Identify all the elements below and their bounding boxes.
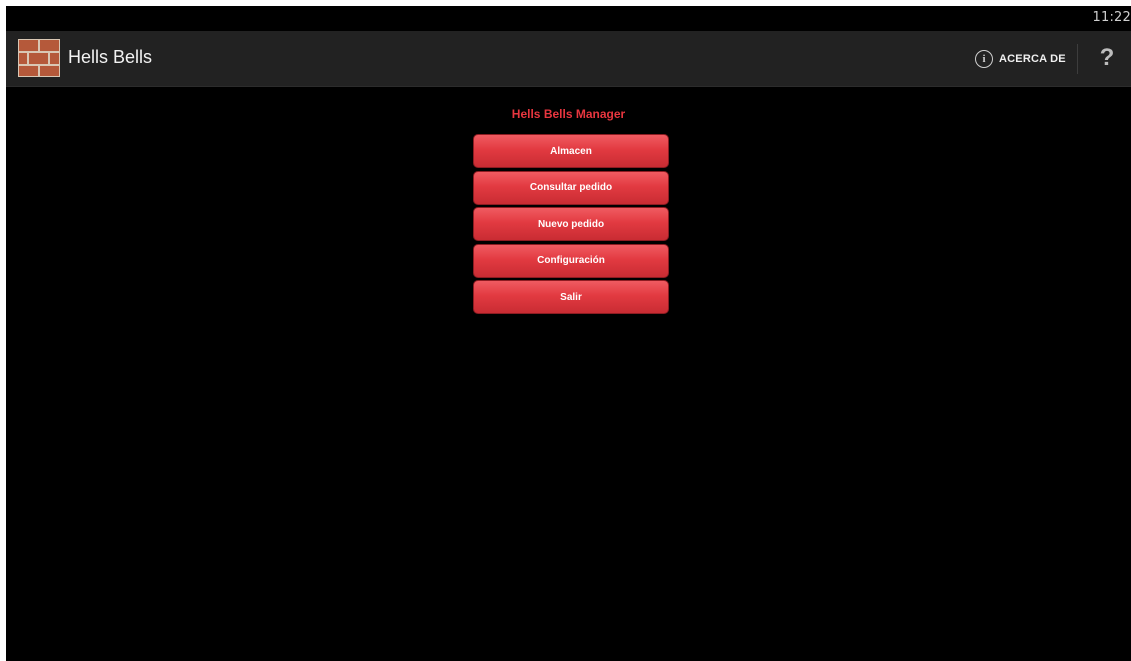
menu-button-list: Almacen Consultar pedido Nuevo pedido Co… <box>473 134 669 317</box>
configuracion-button[interactable]: Configuración <box>473 243 669 278</box>
about-label: ACERCA DE <box>999 53 1066 65</box>
action-bar: Hells Bells i ACERCA DE ? <box>6 31 1131 87</box>
almacen-button[interactable]: Almacen <box>473 134 669 168</box>
status-time: 11:22 <box>1092 10 1131 25</box>
app-screen: 11:22 Hells Bells i ACERCA DE ? Hells Be… <box>6 6 1131 661</box>
nuevo-pedido-button[interactable]: Nuevo pedido <box>473 207 669 241</box>
main-content: Hells Bells Manager Almacen Consultar pe… <box>6 87 1131 661</box>
info-icon: i <box>975 50 993 68</box>
app-title: Hells Bells <box>68 47 153 67</box>
page-title: Hells Bells Manager <box>511 107 626 121</box>
consultar-pedido-button[interactable]: Consultar pedido <box>473 170 669 205</box>
help-button[interactable]: ? <box>1096 43 1118 73</box>
action-bar-divider <box>1077 44 1078 74</box>
brick-wall-icon <box>18 39 60 77</box>
about-button[interactable]: i ACERCA DE <box>975 46 1066 72</box>
status-bar: 11:22 <box>6 6 1131 31</box>
salir-button[interactable]: Salir <box>473 280 669 314</box>
help-icon: ? <box>1099 44 1115 71</box>
